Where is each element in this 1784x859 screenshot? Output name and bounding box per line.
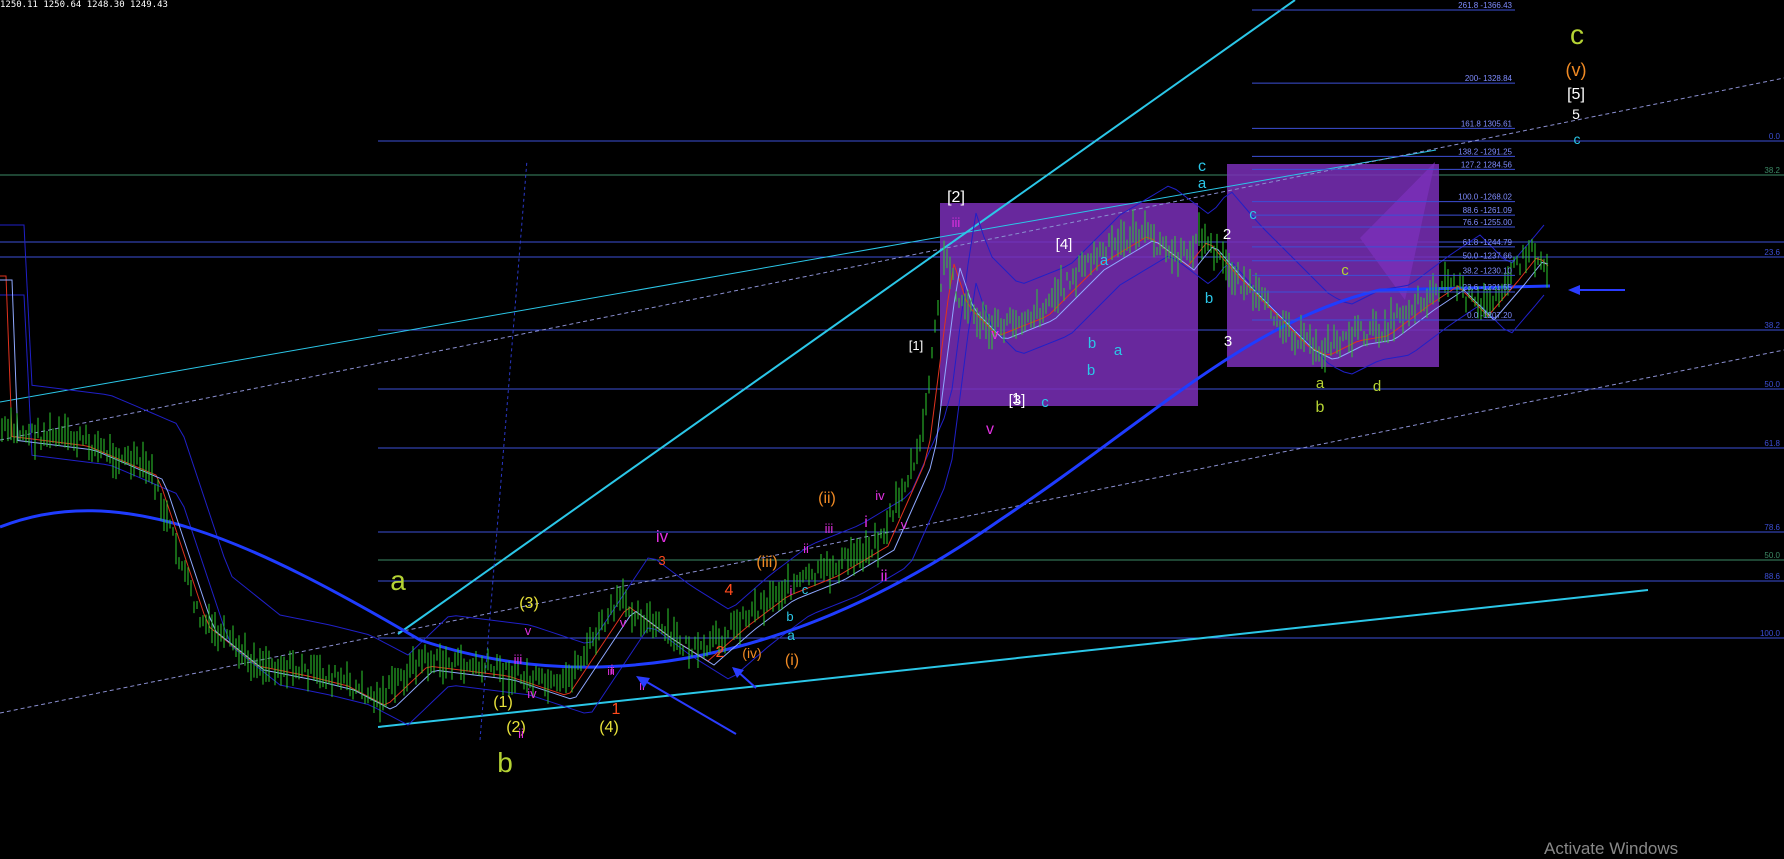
wave-label: v [901,517,908,532]
chart-background [0,0,1784,856]
fib-extension-label: 127.2 1284.56 [1461,160,1513,169]
fib-extension-label: 261.8 -1366.43 [1458,1,1512,10]
fib-retracement-label: 100.0 [1760,629,1781,638]
fib-retracement-label: 23.6 [1764,248,1780,257]
fib-extension-label: 138.2 -1291.25 [1458,147,1512,156]
price-chart: 0.0 38.2 23.6 38.2 50.0 61.8 78.6 50.0 88.6 100.0… [0,0,1784,856]
wave-label: v [986,421,994,438]
ohlc-readout: 1250.11 1250.64 1248.30 1249.43 [0,0,168,10]
fib-extension-label: 88.6 -1261.09 [1463,206,1513,215]
wave-label: a [1100,252,1109,269]
wave-label: 3 [658,553,665,568]
wave-label: b [1087,362,1095,379]
fib-extension-label: 0.0 -1207.20 [1467,311,1512,320]
wave-label: (iv) [742,645,761,661]
fib-retracement-label: 50.0 [1764,551,1780,560]
wave-label: (v) [1566,60,1587,80]
wave-label: v [525,623,532,638]
fib-retracement-label: 0.0 [1769,132,1781,141]
wave-label: c [1249,206,1257,223]
wave-label: c [1041,394,1049,411]
wave-label: b [1205,290,1213,307]
fib-extension-label: 200- 1328.84 [1465,74,1513,83]
wave-label: ii [803,541,809,556]
fib-retracement-label: 61.8 [1764,439,1780,448]
fib-retracement-label: 88.6 [1764,572,1780,581]
fib-retracement-label: 38.2 [1764,166,1780,175]
wave-label: (iii) [756,554,777,571]
wave-label: i [864,514,868,531]
wave-label: 2 [1223,226,1231,243]
wave-label: i [790,583,793,598]
wave-label: iii [952,215,961,230]
wave-label: (3) [519,595,539,612]
wave-label: b [786,609,793,624]
wave-label: 3 [1224,333,1232,350]
wave-label: v [991,326,999,343]
wave-label: 5 [1572,106,1580,122]
wave-label: iii [825,521,834,536]
fib-retracement-label: 50.0 [1764,380,1780,389]
wave-label: c [802,582,809,597]
wave-label: [5] [1567,86,1585,103]
wave-label: (1) [493,694,513,711]
wave-label: iv [527,686,537,701]
wave-label: ii [880,568,887,585]
wave-label: c [1341,262,1349,279]
wave-label: a [787,627,795,643]
wave-label: b [1316,399,1325,416]
fib-extension-label: 100.0 -1268.02 [1458,193,1512,202]
wave-label: iii [607,666,614,678]
wave-label: 1 [1012,390,1020,407]
wave-label: d [1373,378,1381,395]
wave-label: c [1198,158,1206,175]
fib-retracement-label: 78.6 [1764,523,1780,532]
wave-label: b [497,747,513,778]
fib-extension-label: 38.2 -1230.10 [1463,266,1513,275]
fib-extension-label: 50.0 -1237.66 [1463,252,1513,261]
wave-label: (i) [785,652,799,669]
wave-label: c [1574,131,1581,147]
fib-extension-label: 23.6 -1221.55 [1463,283,1513,292]
wave-label: b [1088,335,1096,352]
wave-label: c [1570,19,1584,50]
fib-extension-label: 161.8 1305.61 [1461,119,1513,128]
wave-label: 2 [716,644,725,661]
wave-label: iv [656,527,669,546]
wave-label: a [1114,342,1123,359]
wave-label: a [390,565,406,596]
wave-label: (ii) [818,490,836,507]
wave-label: [1] [909,338,923,353]
wave-label: 1 [612,701,621,718]
wave-label: 4 [725,582,734,599]
wave-label: (4) [599,719,619,736]
wave-label: a [1316,375,1325,392]
wave-label: a [1198,175,1207,192]
wave-label: v [620,615,627,630]
wave-label: [4] [1056,236,1073,253]
wave-label: iii [514,652,523,667]
fib-retracement-label: 38.2 [1764,321,1780,330]
wave-label: ii [518,726,524,741]
wave-label: iv [875,488,885,503]
fib-extension-label: 61.8 -1244.79 [1463,238,1513,247]
wave-label: [2] [947,189,965,206]
activate-windows-watermark: Activate Windows [1544,839,1679,858]
fib-extension-label: 76.6 -1255.00 [1463,218,1513,227]
